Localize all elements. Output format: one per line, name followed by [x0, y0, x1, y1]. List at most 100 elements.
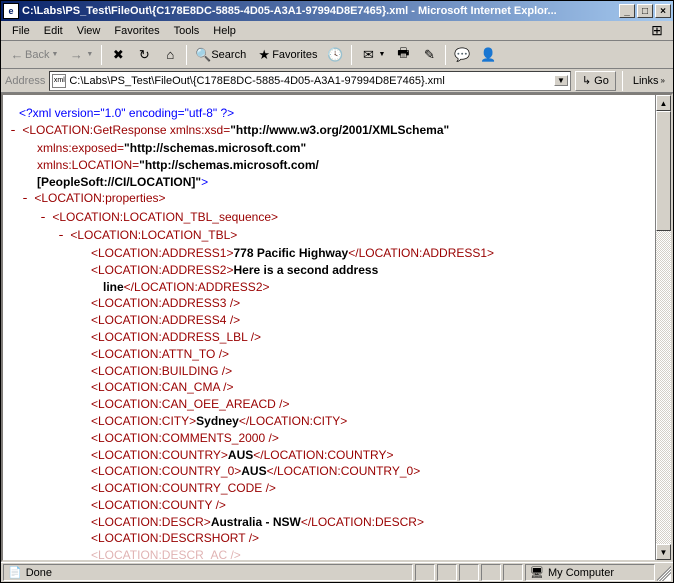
collapse-toggle[interactable]: - [55, 227, 67, 245]
scroll-thumb[interactable] [656, 111, 671, 231]
xml-element: <LOCATION:CAN_OEE_AREACD /> [7, 396, 651, 413]
edit-icon: ✎ [421, 47, 437, 63]
address-dropdown[interactable]: ▼ [554, 75, 568, 86]
xml-view: <?xml version="1.0" encoding="utf-8" ?> … [3, 95, 655, 560]
status-panel [481, 564, 501, 581]
xml-root-element: - <LOCATION:GetResponse xmlns:xsd="http:… [7, 122, 651, 140]
favorites-label: Favorites [272, 49, 317, 61]
chevron-down-icon: ▼ [86, 51, 93, 58]
discuss-button[interactable]: 💬 [450, 44, 474, 66]
address-bar: Address xml C:\Labs\PS_Test\FileOut\{C17… [1, 69, 673, 93]
favorites-button[interactable]: ★Favorites [252, 44, 321, 66]
messenger-button[interactable]: 👤 [476, 44, 500, 66]
xml-element: <LOCATION:DESCRSHORT /> [7, 530, 651, 547]
xml-attr: xmlns:LOCATION="http://schemas.microsoft… [7, 157, 651, 174]
status-panel [459, 564, 479, 581]
menu-edit[interactable]: Edit [37, 23, 70, 39]
star-icon: ★ [256, 47, 272, 63]
collapse-toggle[interactable]: - [37, 209, 49, 227]
menubar: File Edit View Favorites Tools Help ⊞ [1, 21, 673, 41]
xml-declaration: <?xml version="1.0" encoding="utf-8" ?> [7, 105, 651, 122]
separator [101, 45, 102, 65]
vertical-scrollbar[interactable]: ▲ ▼ [655, 95, 671, 560]
xml-element: <LOCATION:COUNTY /> [7, 497, 651, 514]
xml-element: <LOCATION:DESCR>Australia - NSW</LOCATIO… [7, 514, 651, 531]
edit-button[interactable]: ✎ [417, 44, 441, 66]
menu-help[interactable]: Help [206, 23, 243, 39]
xml-element: <LOCATION:CITY>Sydney</LOCATION:CITY> [7, 413, 651, 430]
close-button[interactable]: × [655, 4, 671, 18]
search-button[interactable]: 🔍Search [191, 44, 250, 66]
links-button[interactable]: Links» [629, 71, 669, 91]
back-icon: ← [9, 47, 25, 63]
separator [351, 45, 352, 65]
print-icon: 🖶 [395, 47, 411, 63]
ie-icon: e [3, 3, 19, 19]
xml-element: <LOCATION:BUILDING /> [7, 363, 651, 380]
go-label: Go [594, 75, 609, 87]
windows-logo-icon: ⊞ [645, 22, 669, 40]
xml-element: - <LOCATION:LOCATION_TBL_sequence> [7, 209, 651, 227]
xml-element: - <LOCATION:LOCATION_TBL> [7, 227, 651, 245]
status-panel [437, 564, 457, 581]
menu-file[interactable]: File [5, 23, 37, 39]
xml-attr: [PeopleSoft://CI/LOCATION]"> [7, 174, 651, 191]
titlebar: e C:\Labs\PS_Test\FileOut\{C178E8DC-5885… [1, 1, 673, 21]
maximize-button[interactable]: □ [637, 4, 653, 18]
status-panel [415, 564, 435, 581]
stop-icon: ✖ [110, 47, 126, 63]
window-title: C:\Labs\PS_Test\FileOut\{C178E8DC-5885-4… [22, 5, 617, 17]
refresh-icon: ↻ [136, 47, 152, 63]
mail-button[interactable]: ✉▼ [356, 44, 389, 66]
xml-element: <LOCATION:COUNTRY_CODE /> [7, 480, 651, 497]
back-label: Back [25, 49, 49, 61]
address-value: C:\Labs\PS_Test\FileOut\{C178E8DC-5885-4… [69, 75, 444, 87]
xml-element: <LOCATION:ADDRESS2>Here is a second addr… [7, 262, 651, 279]
xml-element: <LOCATION:DESCR_AC /> [7, 547, 651, 560]
statusbar: 📄Done 🖥My Computer [1, 562, 673, 582]
computer-icon: 🖥 [530, 566, 544, 579]
history-button[interactable]: 🕓 [323, 44, 347, 66]
history-icon: 🕓 [327, 47, 343, 63]
address-input[interactable]: xml C:\Labs\PS_Test\FileOut\{C178E8DC-58… [49, 71, 571, 91]
xml-element: <LOCATION:ADDRESS_LBL /> [7, 329, 651, 346]
minimize-button[interactable]: _ [619, 4, 635, 18]
separator [445, 45, 446, 65]
refresh-button[interactable]: ↻ [132, 44, 156, 66]
xml-element: <LOCATION:ATTN_TO /> [7, 346, 651, 363]
messenger-icon: 👤 [480, 47, 496, 63]
content-area: <?xml version="1.0" encoding="utf-8" ?> … [1, 93, 673, 562]
xml-element: <LOCATION:ADDRESS3 /> [7, 295, 651, 312]
collapse-toggle[interactable]: - [7, 122, 19, 140]
menu-view[interactable]: View [70, 23, 108, 39]
mail-icon: ✉ [360, 47, 376, 63]
back-button[interactable]: ←Back▼ [5, 44, 62, 66]
toolbar: ←Back▼ →▼ ✖ ↻ ⌂ 🔍Search ★Favorites 🕓 ✉▼ … [1, 41, 673, 69]
scroll-down-button[interactable]: ▼ [656, 544, 671, 560]
resize-grip[interactable] [657, 564, 671, 581]
scroll-up-button[interactable]: ▲ [656, 95, 671, 111]
discuss-icon: 💬 [454, 47, 470, 63]
menu-favorites[interactable]: Favorites [107, 23, 166, 39]
go-icon: ↳ [582, 74, 591, 87]
zone-panel: 🖥My Computer [525, 564, 655, 581]
forward-button[interactable]: →▼ [64, 44, 97, 66]
separator [622, 71, 623, 91]
xml-element: <LOCATION:COUNTRY>AUS</LOCATION:COUNTRY> [7, 447, 651, 464]
stop-button[interactable]: ✖ [106, 44, 130, 66]
status-panel [503, 564, 523, 581]
menu-tools[interactable]: Tools [167, 23, 207, 39]
scroll-track[interactable] [656, 231, 671, 544]
home-button[interactable]: ⌂ [158, 44, 182, 66]
xml-element: <LOCATION:ADDRESS1>778 Pacific Highway</… [7, 245, 651, 262]
print-button[interactable]: 🖶 [391, 44, 415, 66]
go-button[interactable]: ↳Go [575, 71, 616, 91]
chevron-down-icon: ▼ [378, 51, 385, 58]
forward-icon: → [68, 47, 84, 63]
collapse-toggle[interactable]: - [19, 190, 31, 208]
xml-element: <LOCATION:ADDRESS4 /> [7, 312, 651, 329]
status-text: 📄Done [3, 564, 413, 581]
search-label: Search [211, 49, 246, 61]
address-label: Address [5, 75, 45, 87]
xml-file-icon: xml [52, 74, 66, 88]
